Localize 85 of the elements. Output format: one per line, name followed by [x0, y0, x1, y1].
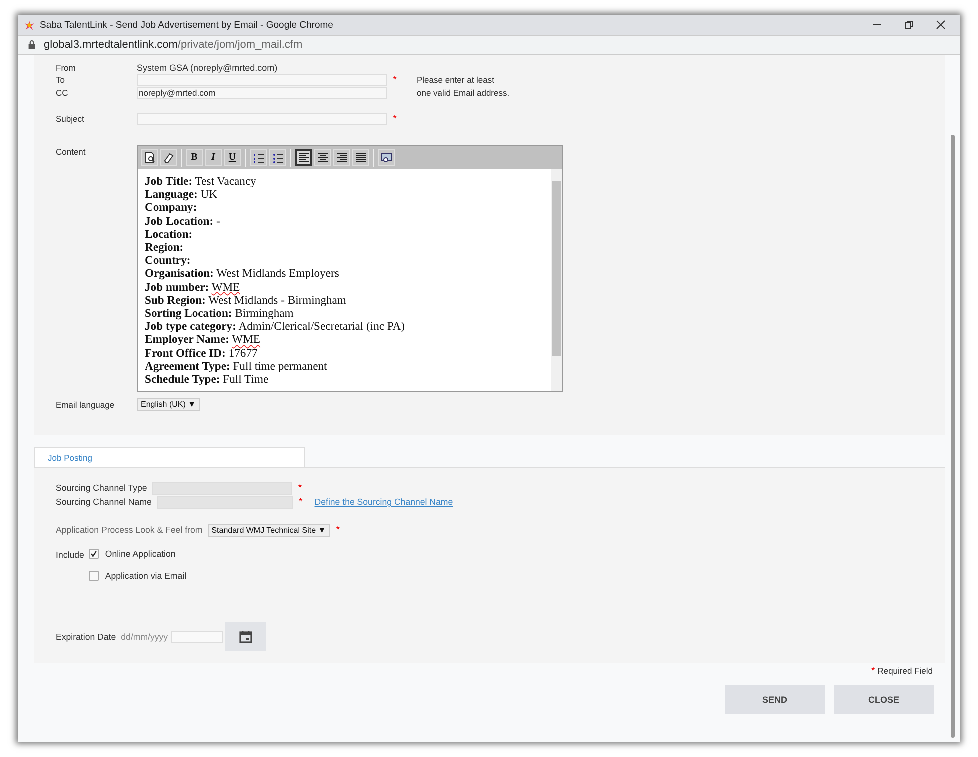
field-label: CC [56, 88, 70, 98]
preview-icon [144, 152, 156, 164]
to-field[interactable] [137, 74, 387, 86]
required-note: Required Field [878, 666, 933, 676]
field-label: Expiration Date [56, 632, 116, 642]
bullet-list-button[interactable] [269, 149, 286, 166]
hint-text: Please enter at least [417, 75, 496, 85]
required-mark: * [870, 666, 876, 677]
content-line: Employer Name: WME [145, 333, 262, 347]
content-line: Location: [145, 228, 194, 242]
close-icon[interactable] [936, 20, 946, 30]
cc-field[interactable]: noreply@mrted.com [137, 87, 387, 99]
define-channel-link[interactable]: Define the Sourcing Channel Name [314, 497, 454, 507]
section-tab[interactable]: Job Posting [34, 447, 305, 467]
content-line: Job Location: - [145, 214, 222, 228]
required-mark: * [392, 74, 398, 86]
ordered-list-button[interactable] [250, 149, 267, 166]
align-left-icon [298, 152, 310, 164]
image-icon [380, 152, 392, 164]
content-line: Agreement Type: Full time permanent [145, 360, 328, 374]
app-logo-icon [24, 20, 35, 30]
content-line: Job Title: Test Vacancy [145, 175, 258, 188]
window-title: Saba TalentLink - Send Job Advertisement by Email - Google Chrome [40, 20, 334, 30]
justify-icon [354, 152, 366, 164]
preview-button[interactable] [141, 149, 158, 166]
date-field[interactable] [171, 630, 224, 642]
field-label: Sourcing Channel Type [56, 483, 148, 493]
field-label: Application Process Look & Feel from [56, 525, 203, 535]
field-label: Sourcing Channel Name [56, 497, 152, 507]
bullet-list-icon [272, 152, 284, 164]
required-mark: * [392, 114, 397, 124]
lock-icon [28, 40, 36, 50]
field-label: From [56, 63, 77, 73]
checkbox[interactable] [89, 571, 100, 581]
url-text: global3.mrtedtalentlink.com/private/jom/jom_mail.cfm [44, 39, 303, 51]
format-button[interactable]: B [186, 149, 203, 166]
field-label: Include [56, 549, 84, 562]
send-button[interactable]: SEND [725, 685, 825, 714]
image-button[interactable] [378, 149, 395, 166]
calendar-button[interactable] [225, 622, 266, 651]
content-line: Organisation: West Midlands Employers [145, 267, 340, 281]
content-line: Company: [145, 201, 198, 215]
ordered-list-icon [252, 152, 264, 164]
look-feel-dropdown[interactable]: Standard WMJ Technical Site ▼ [208, 524, 330, 536]
language-dropdown[interactable]: English (UK) ▼ [137, 398, 200, 411]
field-label: Content [56, 146, 87, 157]
content-line: Sub Region: West Midlands - Birmingham [145, 294, 348, 308]
required-mark: * [335, 524, 340, 536]
page-scrollbar[interactable] [947, 55, 960, 742]
content-line: Front Office ID: 17677 [145, 346, 259, 360]
rich-text-editor[interactable] [137, 145, 563, 392]
align-left-button[interactable] [295, 149, 312, 166]
date-format-hint: dd/mm/yyyy [121, 632, 168, 642]
erase-icon [162, 152, 174, 164]
content-line: Schedule Type: Full Time [145, 373, 270, 386]
content-line: Sorting Location: Birmingham [145, 307, 295, 320]
content-line: Language: UK [145, 188, 218, 202]
required-mark: * [297, 482, 302, 494]
required-mark: * [298, 496, 303, 508]
align-right-button[interactable] [333, 149, 350, 166]
erase-button[interactable] [160, 149, 177, 166]
checkbox[interactable] [89, 549, 100, 559]
close-button[interactable]: CLOSE [834, 685, 934, 714]
address-bar[interactable]: global3.mrtedtalentlink.com/private/jom/jom_mail.cfm [18, 35, 960, 55]
content-line: Country: [145, 254, 192, 268]
scrollbar[interactable] [551, 169, 562, 391]
checkbox-label: Online Application [105, 549, 176, 559]
subject-field[interactable] [137, 113, 387, 125]
field-label: Email language [56, 400, 116, 410]
field-label: Subject [56, 114, 86, 124]
content-line: Region: [145, 241, 185, 254]
sender-text: System GSA (noreply@mrted.com) [137, 63, 279, 73]
hint-text: one valid Email address. [417, 88, 511, 98]
justify-button[interactable] [352, 149, 369, 166]
align-center-icon [316, 152, 328, 164]
content-line: Job number: WME [145, 280, 242, 294]
restore-icon[interactable] [904, 20, 914, 30]
format-button[interactable]: I [205, 149, 222, 166]
content-line: Job type category: Admin/Clerical/Secretarial (inc PA) [145, 320, 406, 334]
field-label: To [56, 75, 66, 85]
format-button[interactable]: U [224, 149, 241, 166]
checkbox-label: Application via Email [105, 571, 187, 581]
align-center-button[interactable] [314, 149, 331, 166]
calendar-icon [238, 630, 253, 644]
align-right-icon [336, 152, 348, 164]
